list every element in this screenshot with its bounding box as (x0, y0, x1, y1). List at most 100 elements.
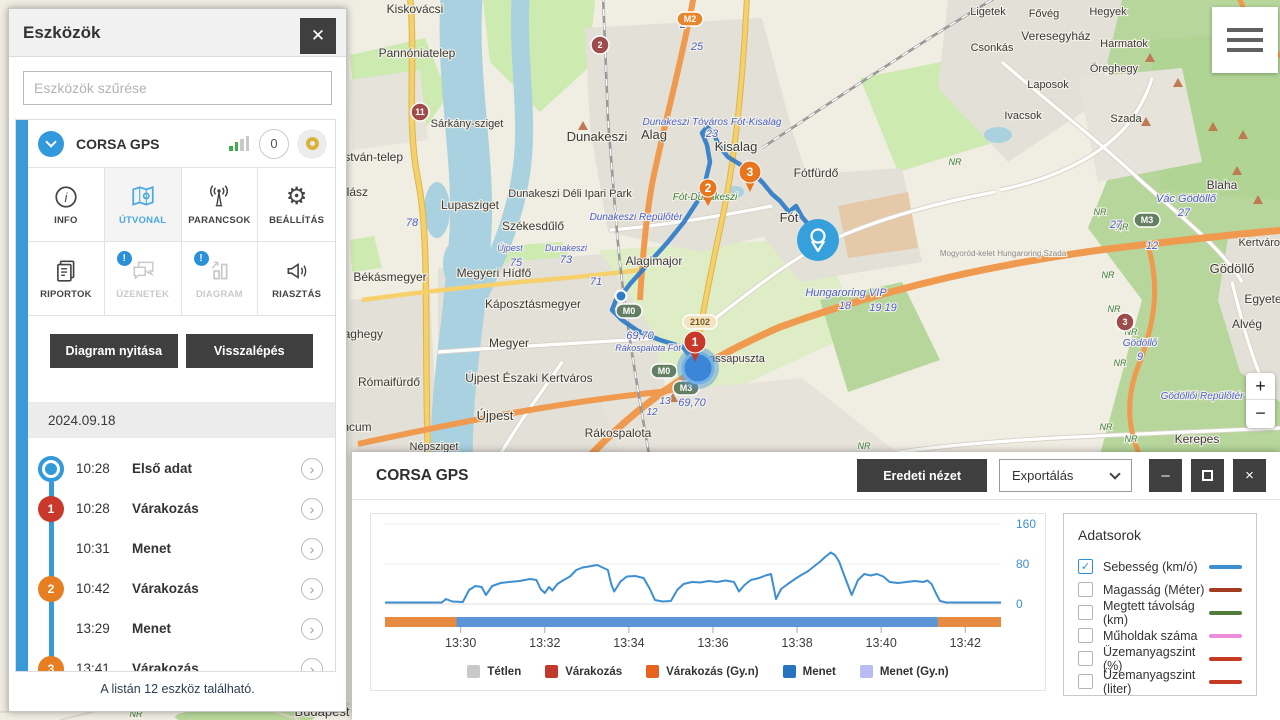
map-label: 27 (1177, 207, 1191, 219)
series-label: Megtett távolság (km) (1103, 599, 1209, 627)
map-label: Újpest (477, 408, 514, 423)
series-color-swatch (1209, 565, 1242, 569)
nature-reserve-label: NR (1100, 422, 1113, 432)
road-shield: 11 (415, 107, 425, 117)
back-button[interactable]: Visszalépés (186, 334, 314, 368)
series-color-swatch (1209, 611, 1242, 615)
series-checkbox[interactable] (1078, 674, 1093, 689)
map-label: Egyetem (1244, 292, 1280, 306)
nature-reserve-label: NR (1125, 434, 1138, 444)
svg-text:3: 3 (747, 165, 754, 179)
status-ring-icon (297, 129, 327, 159)
export-select[interactable]: Exportálás (999, 459, 1132, 492)
chevron-down-icon[interactable] (38, 131, 64, 157)
map-label: Gödöllő (1123, 338, 1158, 349)
zoom-out-button[interactable]: − (1246, 400, 1275, 427)
route-start-cluster[interactable] (683, 353, 713, 383)
chevron-right-icon[interactable]: › (301, 458, 323, 480)
maximize-button[interactable] (1191, 459, 1224, 492)
nature-reserve-label: NR (858, 441, 871, 451)
series-checkbox[interactable] (1078, 628, 1093, 643)
map-label: 19 19 (869, 302, 897, 314)
info-icon: i (53, 183, 79, 210)
close-button[interactable]: × (1233, 459, 1266, 492)
commands-icon (206, 183, 232, 210)
series-checkbox[interactable]: ✓ (1078, 559, 1093, 574)
tab-diagram: !DIAGRAM (182, 242, 259, 316)
route-date-header: 2024.09.18 (28, 402, 335, 438)
tab-útvonal[interactable]: ÚTVONAL (105, 168, 182, 242)
map-label: 9 (1137, 351, 1143, 363)
map-label: Kisalag (715, 139, 758, 154)
svg-text:13:30: 13:30 (445, 636, 476, 650)
devices-sidebar: Eszközök ✕ CORSA GPS 0 iINFOÚTVONALPA (8, 8, 347, 712)
diagram-icon (206, 257, 232, 284)
map-label: István-telep (341, 150, 403, 164)
hamburger-icon (1227, 28, 1263, 32)
map-label: Dunakeszi Déli Ipari Park (508, 188, 632, 200)
minimize-button[interactable]: – (1149, 459, 1182, 492)
speed-chart-box: 08016013:3013:3213:3413:3613:3813:4013:4… (370, 513, 1046, 691)
road-shield: 3 (1122, 317, 1127, 327)
chevron-right-icon[interactable]: › (301, 538, 323, 560)
map-menu-button[interactable] (1212, 7, 1278, 73)
timeline-row: 10:28Első adat› (28, 449, 335, 489)
series-checkbox[interactable] (1078, 651, 1093, 666)
legend-item: Tétlen (467, 665, 521, 678)
nature-reserve-label: NR (1094, 207, 1107, 217)
close-icon[interactable]: ✕ (300, 18, 336, 54)
chevron-right-icon[interactable]: › (301, 618, 323, 640)
timeline-row: 110:28Várakozás› (28, 489, 335, 529)
svg-text:i: i (64, 189, 68, 204)
reports-icon (53, 257, 79, 284)
open-diagram-button[interactable]: Diagram nyitása (50, 334, 178, 368)
nature-reserve-label: NR (1114, 358, 1127, 368)
original-view-button[interactable]: Eredeti nézet (857, 459, 987, 492)
svg-text:0: 0 (1016, 597, 1023, 611)
dataseries-row: Üzemanyagszint (liter) (1078, 670, 1242, 693)
chevron-right-icon[interactable]: › (301, 578, 323, 600)
speed-chart[interactable]: 08016013:3013:3213:3413:3613:3813:4013:4… (371, 514, 1045, 656)
series-checkbox[interactable] (1078, 605, 1093, 620)
route-waypoint[interactable] (616, 291, 627, 302)
dataseries-title: Adatsorok (1078, 527, 1242, 543)
messages-icon (130, 257, 156, 284)
device-count-footer: A listán 12 eszköz található. (9, 682, 346, 696)
road-shield: M2 (684, 14, 697, 24)
road-shield: M0 (623, 306, 636, 316)
zoom-in-button[interactable]: + (1246, 373, 1275, 400)
legend-item: Menet (Gy.n) (860, 665, 949, 678)
tab-parancsok[interactable]: PARANCSOK (182, 168, 259, 242)
chevron-right-icon[interactable]: › (301, 658, 323, 672)
series-label: Magasság (Méter) (1103, 583, 1209, 597)
tab-riportok[interactable]: RIPORTOK (28, 242, 105, 316)
device-filter-input[interactable] (23, 71, 332, 105)
map-label: Dunakeszi (545, 243, 588, 253)
map-label: Rómaifürdő (358, 375, 420, 389)
device-row[interactable]: CORSA GPS 0 (28, 120, 335, 168)
chart-legend: TétlenVárakozásVárakozás (Gy.n)MenetMene… (371, 665, 1045, 678)
chevron-right-icon[interactable]: › (301, 498, 323, 520)
tab-riasztás[interactable]: RIASZTÁS (258, 242, 335, 316)
map-label: Sárkány-sziget (431, 118, 504, 130)
sidebar-header: Eszközök ✕ (9, 9, 346, 57)
series-label: Műholdak száma (1103, 629, 1209, 643)
map-label: 69,70 (626, 330, 654, 342)
route-icon (130, 183, 156, 210)
map-label: Veresegyház (1021, 29, 1090, 43)
nature-reserve-label: NR (949, 157, 962, 167)
diagram-title: CORSA GPS (376, 467, 857, 485)
diagram-panel: CORSA GPS Eredeti nézet Exportálás –× 08… (352, 452, 1280, 720)
svg-text:13:36: 13:36 (697, 636, 728, 650)
series-checkbox[interactable] (1078, 582, 1093, 597)
nature-reserve-label: NR (1108, 304, 1121, 314)
series-label: Sebesség (km/ó) (1103, 560, 1209, 574)
diagram-panel-header: CORSA GPS Eredeti nézet Exportálás – × (352, 452, 1280, 500)
map-label: Blaha (1207, 178, 1238, 192)
tab-beállítás[interactable]: ⚙BEÁLLÍTÁS (258, 168, 335, 242)
current-position-pin[interactable] (797, 219, 839, 261)
device-selected-bar (16, 120, 28, 672)
tab-info[interactable]: iINFO (28, 168, 105, 242)
map-label: Öreghegy (1090, 63, 1139, 75)
series-color-swatch (1209, 657, 1242, 661)
